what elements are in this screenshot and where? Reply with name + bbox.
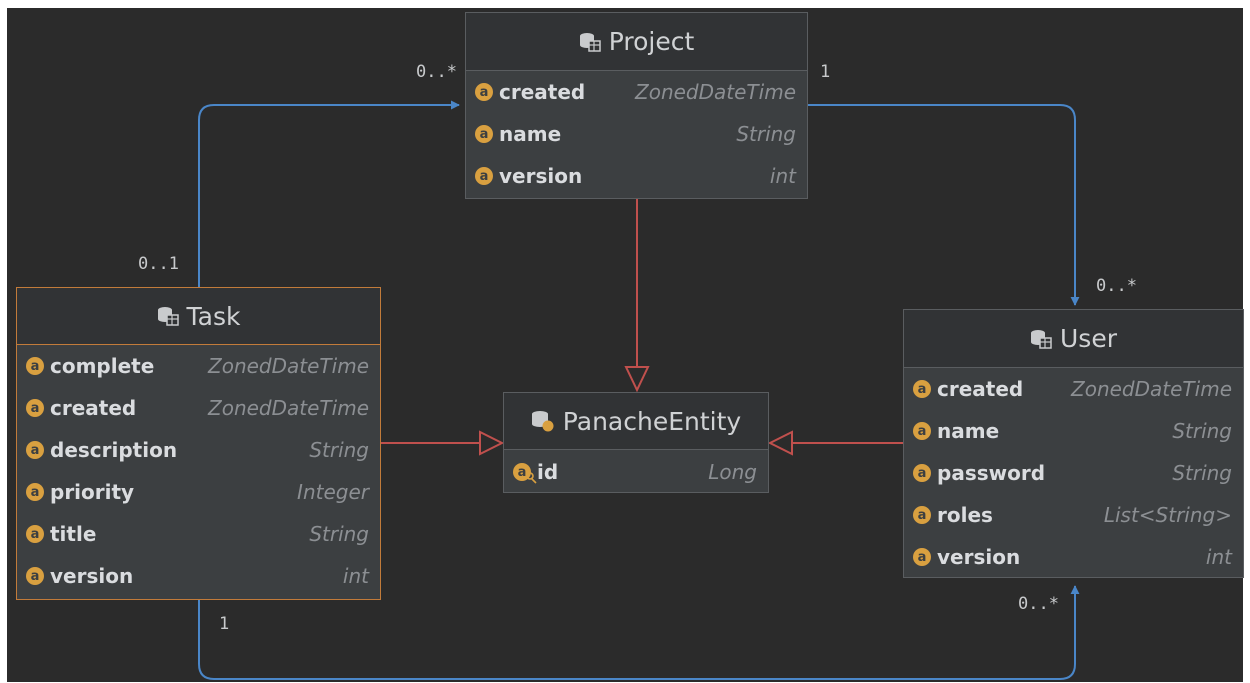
entity-header[interactable]: Project — [466, 13, 807, 71]
attribute-name: created — [937, 377, 1024, 401]
attribute-name: version — [937, 545, 1021, 569]
attribute-name: version — [50, 564, 134, 588]
attribute-row[interactable]: a version int — [466, 155, 807, 197]
attribute-name: id — [537, 460, 559, 484]
attribute-type: List<String> — [1103, 503, 1232, 527]
database-table-icon — [579, 32, 601, 52]
attribute-name: priority — [50, 480, 135, 504]
attribute-row[interactable]: a version int — [17, 555, 380, 597]
entity-title: Task — [186, 301, 241, 331]
attribute-icon: a — [913, 548, 931, 566]
attribute-name: complete — [50, 354, 155, 378]
attribute-icon: a — [26, 441, 44, 459]
attribute-type: Long — [708, 460, 757, 484]
attribute-icon: a — [26, 483, 44, 501]
attribute-icon: a — [475, 167, 493, 185]
attribute-row[interactable]: a complete ZonedDateTime — [17, 345, 380, 387]
multiplicity-label: 1 — [219, 614, 230, 634]
key-attribute-icon: a — [513, 463, 537, 484]
attribute-type: ZonedDateTime — [635, 80, 796, 104]
attribute-type: String — [1172, 419, 1232, 443]
inheritance-arrowhead-project — [624, 366, 650, 393]
entity-header[interactable]: User — [904, 310, 1243, 368]
multiplicity-label: 0..* — [1018, 594, 1059, 614]
attribute-type: ZonedDateTime — [208, 354, 369, 378]
attribute-row[interactable]: a title String — [17, 513, 380, 555]
attribute-name: version — [499, 164, 583, 188]
attribute-row[interactable]: a version int — [904, 536, 1243, 578]
entity-title: Project — [608, 27, 695, 56]
attribute-icon: a — [913, 422, 931, 440]
attribute-icon: a — [26, 525, 44, 543]
entity-title: User — [1060, 324, 1117, 353]
attribute-type: String — [309, 522, 369, 546]
entity-panache-entity[interactable]: PanacheEntity a id Long — [503, 392, 769, 493]
attribute-row[interactable]: a roles List<String> — [904, 494, 1243, 536]
inheritance-arrowhead-user — [767, 430, 793, 456]
attribute-type: int — [1205, 545, 1232, 569]
multiplicity-label: 0..* — [1096, 276, 1137, 296]
attribute-row[interactable]: a name String — [904, 410, 1243, 452]
multiplicity-label: 0..* — [416, 62, 457, 82]
attribute-row[interactable]: a description String — [17, 429, 380, 471]
entity-user[interactable]: User a created ZonedDateTime a name Stri… — [903, 309, 1244, 578]
entity-project[interactable]: Project a created ZonedDateTime a name S… — [465, 12, 808, 199]
multiplicity-label: 1 — [820, 62, 831, 82]
attribute-icon: a — [26, 357, 44, 375]
attribute-type: ZonedDateTime — [208, 396, 369, 420]
inheritance-arrowhead-task — [479, 430, 505, 456]
attribute-name: name — [499, 122, 562, 146]
attribute-name: description — [50, 438, 178, 462]
attribute-icon: a — [26, 567, 44, 585]
database-table-icon — [531, 410, 555, 432]
attribute-type: String — [736, 122, 796, 146]
attribute-name: name — [937, 419, 1000, 443]
database-table-icon — [1030, 329, 1052, 349]
association-project-user[interactable] — [808, 104, 1080, 306]
attribute-row[interactable]: a created ZonedDateTime — [466, 71, 807, 113]
attribute-type: String — [1172, 461, 1232, 485]
attribute-row[interactable]: a password String — [904, 452, 1243, 494]
attribute-name: roles — [937, 503, 993, 527]
entity-header[interactable]: PanacheEntity — [504, 393, 768, 450]
attribute-icon: a — [913, 464, 931, 482]
attribute-icon: a — [475, 83, 493, 101]
attribute-icon: a — [475, 125, 493, 143]
attribute-name: password — [937, 461, 1046, 485]
attribute-row[interactable]: a created ZonedDateTime — [904, 368, 1243, 410]
attribute-type: int — [342, 564, 369, 588]
attribute-name: title — [50, 522, 97, 546]
attribute-type: String — [309, 438, 369, 462]
attribute-name: created — [499, 80, 586, 104]
multiplicity-label: 0..1 — [138, 254, 179, 274]
attribute-row[interactable]: a name String — [466, 113, 807, 155]
attribute-row[interactable]: a id Long — [504, 450, 768, 494]
attribute-icon: a — [26, 399, 44, 417]
attribute-name: created — [50, 396, 137, 420]
entity-header[interactable]: Task — [17, 288, 380, 345]
attribute-type: ZonedDateTime — [1071, 377, 1232, 401]
attribute-icon: a — [913, 506, 931, 524]
entity-task[interactable]: Task a complete ZonedDateTime a created … — [16, 287, 381, 600]
attribute-icon: a — [913, 380, 931, 398]
attribute-row[interactable]: a created ZonedDateTime — [17, 387, 380, 429]
entity-title: PanacheEntity — [562, 406, 742, 436]
attribute-type: int — [769, 164, 796, 188]
database-table-icon — [157, 306, 179, 326]
association-task-project[interactable] — [198, 100, 460, 287]
attribute-type: Integer — [297, 480, 369, 504]
attribute-row[interactable]: a priority Integer — [17, 471, 380, 513]
